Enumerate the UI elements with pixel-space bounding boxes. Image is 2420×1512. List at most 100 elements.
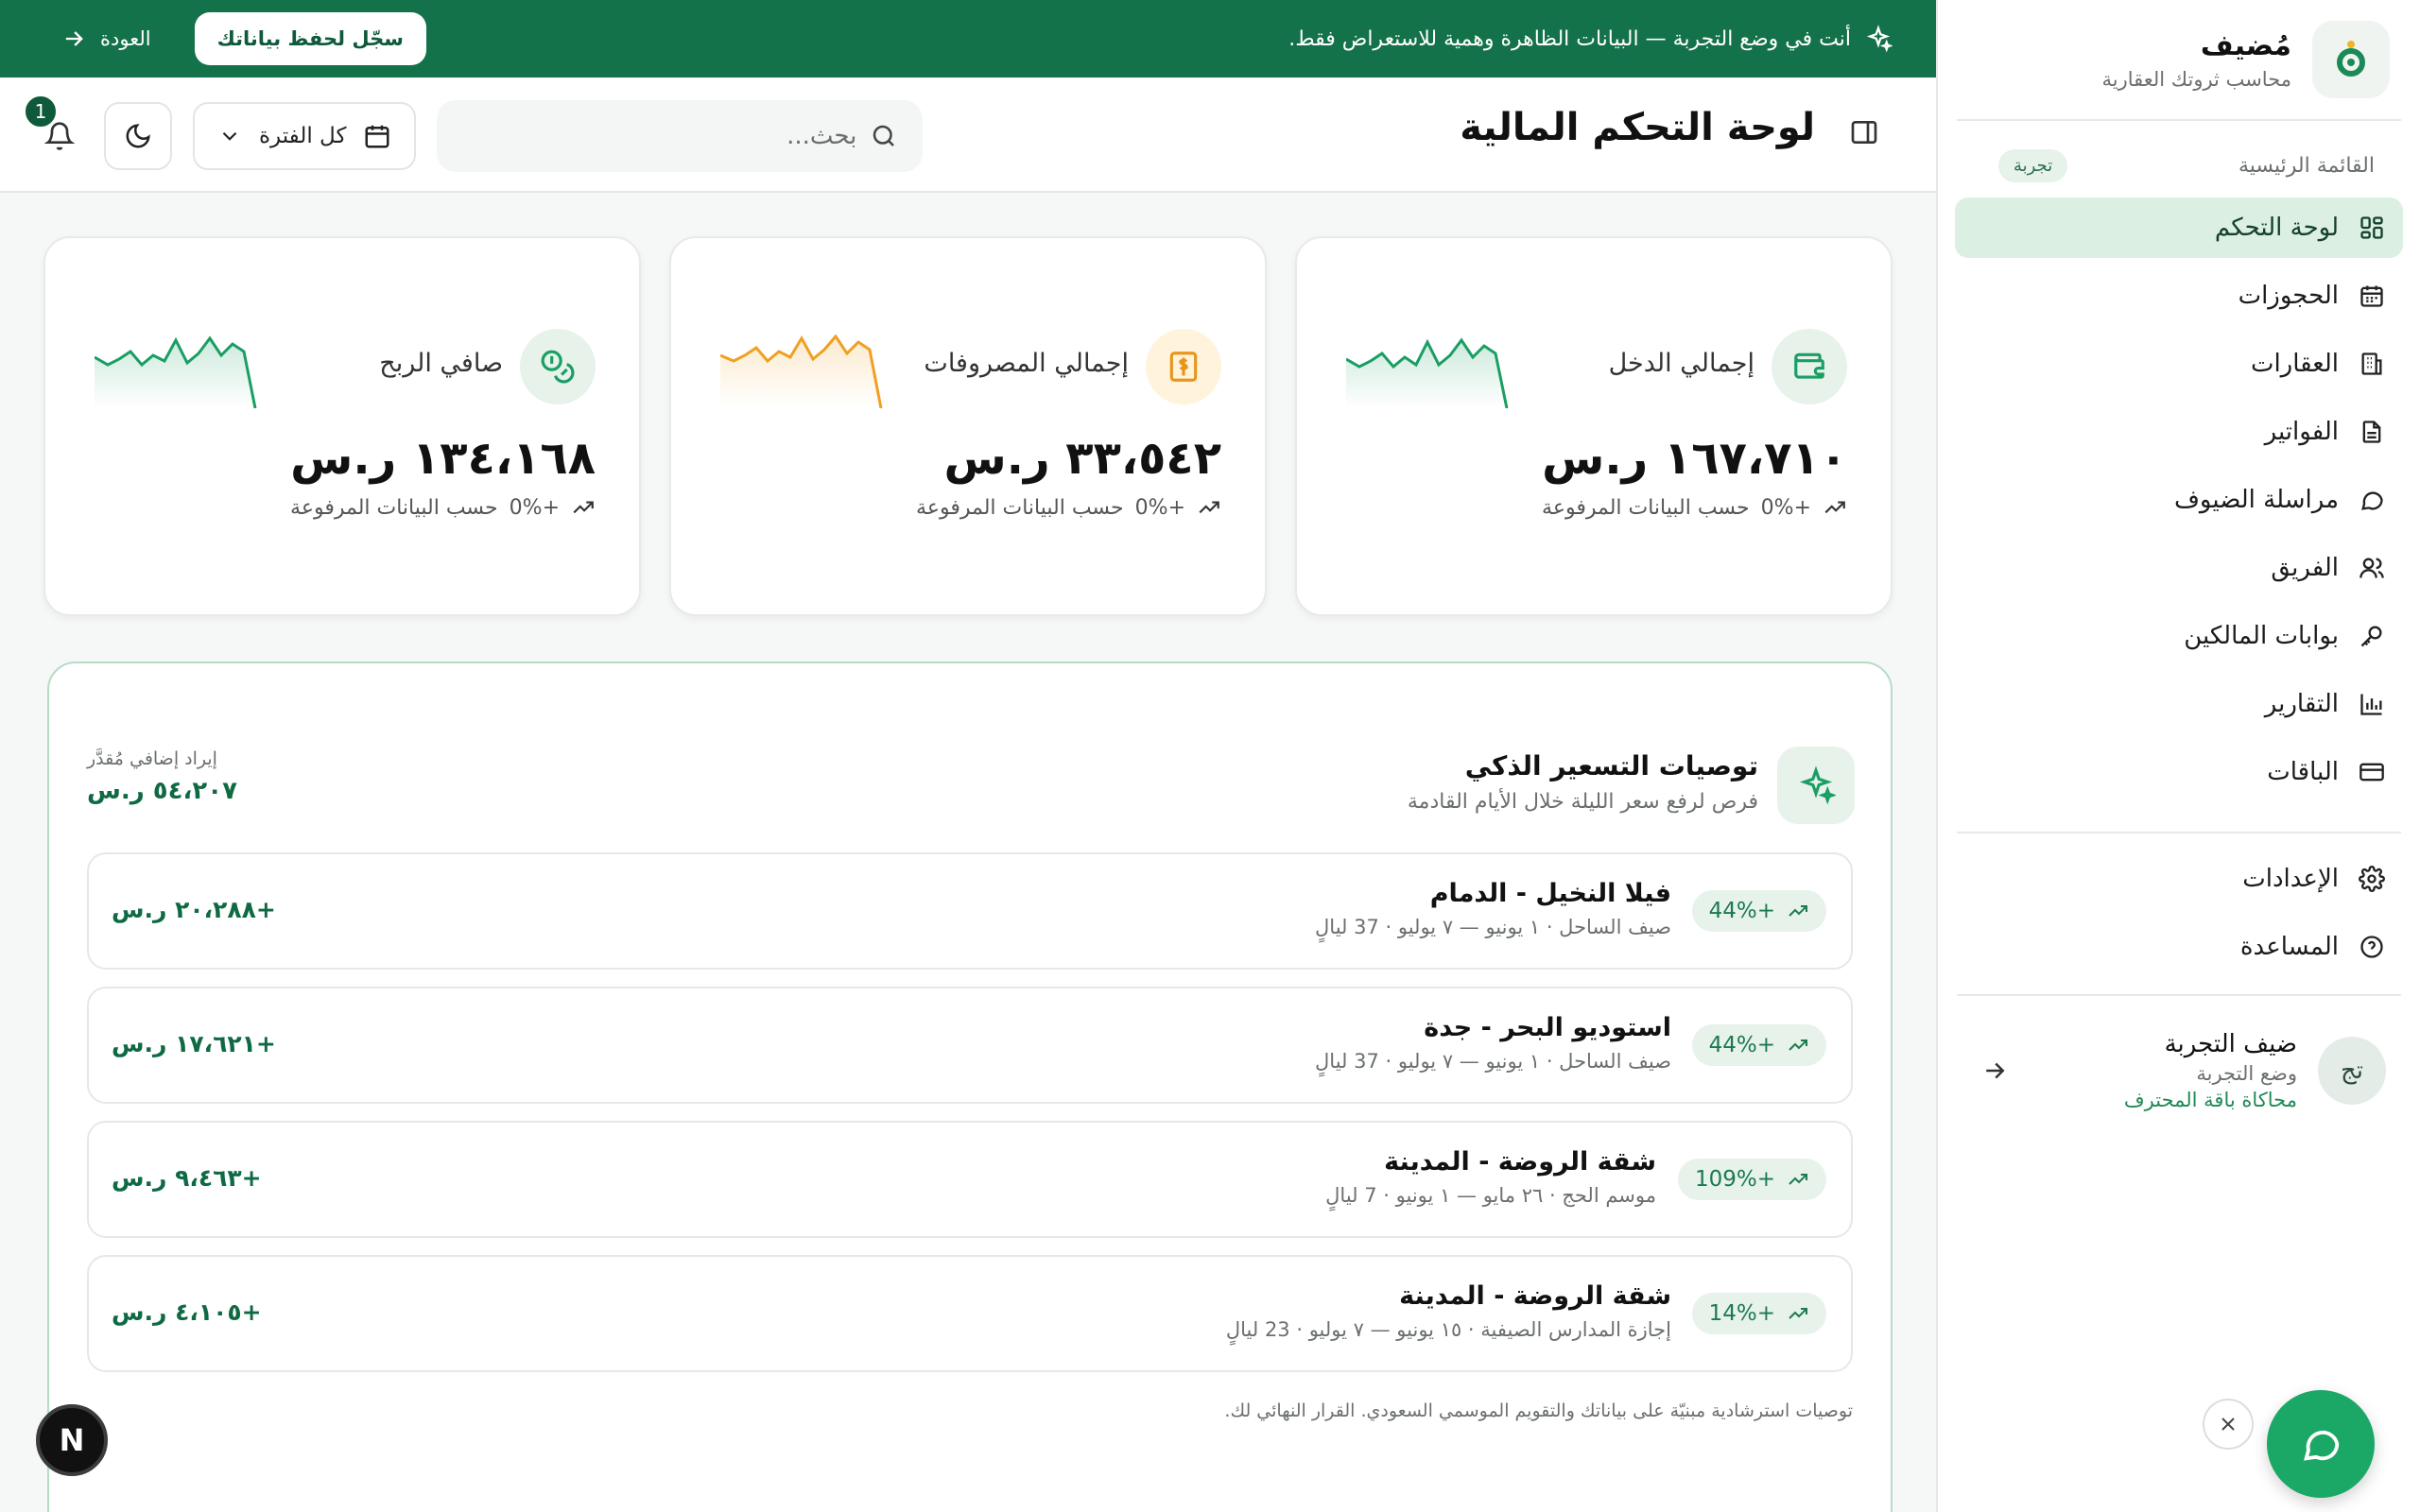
sidebar-item-plans[interactable]: الباقات bbox=[1955, 742, 2403, 802]
sidebar-item-label: الفواتير bbox=[2264, 418, 2339, 446]
expenses-sparkline bbox=[720, 329, 887, 408]
uplift-value: +44% bbox=[1708, 899, 1775, 923]
page-header: لوحة التحكم المالية 1 كل الفترة bbox=[0, 77, 1936, 193]
sidebar-item-label: الباقات bbox=[2267, 758, 2339, 786]
calendar-icon bbox=[363, 122, 391, 150]
chat-bubble-icon bbox=[2299, 1422, 2342, 1466]
trending-up-icon bbox=[571, 495, 596, 520]
rec-title: فيلا النخيل - الدمام bbox=[1429, 879, 1671, 908]
period-label: كل الفترة bbox=[259, 124, 347, 148]
coins-icon bbox=[520, 329, 596, 404]
rec-gain: +٢٠،٢٨٨ ر.س bbox=[112, 896, 276, 923]
estimated-revenue: إيراد إضافي مُقدَّر ٥٤،٢٠٧ ر.س bbox=[87, 748, 237, 805]
chevron-down-icon bbox=[217, 124, 242, 148]
signup-button[interactable]: سجّل لحفظ بياناتك bbox=[194, 12, 426, 65]
user-name: ضيف التجربة bbox=[2164, 1030, 2297, 1058]
stat-label: إجمالي المصروفات bbox=[924, 349, 1129, 378]
moon-icon bbox=[124, 122, 152, 150]
sidebar-item-bookings[interactable]: الحجوزات bbox=[1955, 266, 2403, 326]
help-circle-icon bbox=[2356, 931, 2388, 963]
sidebar-item-label: المساعدة bbox=[2239, 933, 2339, 961]
profit-sparkline bbox=[95, 329, 261, 408]
rec-detail: صيف الساحل · ١ يونيو — ٧ يوليو · 37 ليال… bbox=[1315, 916, 1671, 938]
rec-texts: استوديو البحر - جدة صيف الساحل · ١ يونيو… bbox=[1315, 1013, 1671, 1073]
dashboard-icon bbox=[2356, 212, 2388, 244]
expenses-card: إجمالي المصروفات ٣٣،٥٤٢ ر.س +0% حسب البي… bbox=[669, 236, 1267, 616]
sidebar-item-help[interactable]: المساعدة bbox=[1955, 917, 2403, 977]
chat-button[interactable] bbox=[2267, 1390, 2375, 1498]
stat-change: +0% حسب البيانات المرفوعة bbox=[916, 495, 1221, 520]
theme-toggle-button[interactable] bbox=[104, 102, 172, 170]
sidebar-item-owner-portals[interactable]: بوابات المالكين bbox=[1955, 606, 2403, 666]
rec-title: شقة الروضة - المدينة bbox=[1384, 1147, 1656, 1177]
stat-change-value: +0% bbox=[1134, 495, 1185, 520]
stat-note: حسب البيانات المرفوعة bbox=[290, 495, 498, 520]
sidebar-item-reports[interactable]: التقارير bbox=[1955, 674, 2403, 734]
trial-badge: تجربة bbox=[1998, 149, 2068, 182]
user-role: وضع التجربة bbox=[2196, 1062, 2297, 1085]
brand-name: مُضيف bbox=[2200, 28, 2291, 62]
stat-label: إجمالي الدخل bbox=[1608, 349, 1754, 378]
search-input[interactable] bbox=[461, 122, 857, 150]
rec-gain: +٤،١٠٥ ر.س bbox=[112, 1298, 262, 1326]
sidebar-toggle-icon[interactable] bbox=[1849, 117, 1879, 147]
stat-cards: إجمالي الدخل ١٦٧،٧١٠ ر.س +0% حسب البيانا… bbox=[43, 236, 1893, 616]
sidebar-divider bbox=[1957, 119, 2401, 121]
key-icon bbox=[2356, 620, 2388, 652]
bar-chart-icon bbox=[2356, 688, 2388, 720]
list-item[interactable]: +44% استوديو البحر - جدة صيف الساحل · ١ … bbox=[87, 987, 1853, 1104]
close-chat-button[interactable] bbox=[2203, 1399, 2254, 1450]
stat-change: +0% حسب البيانات المرفوعة bbox=[290, 495, 596, 520]
trending-up-icon bbox=[1787, 1168, 1809, 1191]
stat-value: ١٣٤،١٦٨ ر.س bbox=[290, 432, 596, 485]
rec-gain: +٩،٤٦٣ ر.س bbox=[112, 1164, 262, 1192]
sidebar-item-label: الإعدادات bbox=[2242, 865, 2339, 893]
period-select[interactable]: كل الفترة bbox=[193, 102, 417, 170]
stat-value: ١٦٧،٧١٠ ر.س bbox=[1542, 432, 1847, 485]
uplift-badge: +44% bbox=[1691, 1024, 1826, 1066]
sidebar-item-label: التقارير bbox=[2264, 690, 2339, 718]
back-link[interactable]: العودة bbox=[60, 26, 151, 52]
list-item[interactable]: +109% شقة الروضة - المدينة موسم الحج · ٢… bbox=[87, 1121, 1853, 1238]
rec-texts: شقة الروضة - المدينة موسم الحج · ٢٦ مايو… bbox=[1325, 1147, 1656, 1207]
notifications-button[interactable]: 1 bbox=[23, 94, 83, 160]
stat-note: حسب البيانات المرفوعة bbox=[1542, 495, 1750, 520]
sidebar-item-label: لوحة التحكم bbox=[2214, 214, 2339, 242]
panel-note: توصيات استرشادية مبنيّة على بياناتك والت… bbox=[1224, 1400, 1853, 1421]
sidebar-item-properties[interactable]: العقارات bbox=[1955, 334, 2403, 394]
back-label: العودة bbox=[100, 27, 151, 50]
arrow-left-icon bbox=[60, 26, 87, 52]
uplift-badge: +109% bbox=[1677, 1159, 1826, 1200]
dev-tools-badge[interactable]: N bbox=[36, 1404, 108, 1476]
list-item[interactable]: +44% فيلا النخيل - الدمام صيف الساحل · ١… bbox=[87, 852, 1853, 970]
user-plan: محاكاة باقة المحترف bbox=[2123, 1089, 2297, 1111]
trending-up-icon bbox=[1197, 495, 1221, 520]
document-icon bbox=[2356, 416, 2388, 448]
income-sparkline bbox=[1346, 329, 1512, 408]
uplift-value: +44% bbox=[1708, 1033, 1775, 1057]
panel-title: توصيات التسعير الذكي bbox=[1464, 750, 1758, 782]
list-item[interactable]: +14% شقة الروضة - المدينة إجازة المدارس … bbox=[87, 1255, 1853, 1372]
uplift-badge: +14% bbox=[1691, 1293, 1826, 1334]
notification-count-badge: 1 bbox=[23, 94, 59, 129]
brand[interactable]: مُضيف محاسب ثروتك العقارية bbox=[2101, 21, 2390, 98]
panel-subtitle: فرص لرفع سعر الليلة خلال الأيام القادمة bbox=[1407, 790, 1758, 814]
sidebar-item-guest-messaging[interactable]: مراسلة الضيوف bbox=[1955, 470, 2403, 530]
demo-banner: أنت في وضع التجربة — البيانات الظاهرة وه… bbox=[0, 0, 1936, 77]
avatar: تج bbox=[2318, 1037, 2386, 1105]
sidebar-item-team[interactable]: الفريق bbox=[1955, 538, 2403, 598]
sidebar-item-label: الفريق bbox=[2271, 554, 2339, 582]
stat-label: صافي الربح bbox=[379, 349, 503, 378]
sidebar-item-invoices[interactable]: الفواتير bbox=[1955, 402, 2403, 462]
chat-bubble-icon bbox=[2356, 484, 2388, 516]
sidebar-item-settings[interactable]: الإعدادات bbox=[1955, 849, 2403, 909]
arrow-right-icon[interactable] bbox=[1976, 1052, 2014, 1090]
rec-detail: صيف الساحل · ١ يونيو — ٧ يوليو · 37 ليال… bbox=[1315, 1050, 1671, 1073]
user-profile[interactable]: تج ضيف التجربة وضع التجربة محاكاة باقة ا… bbox=[1976, 1030, 2386, 1111]
banner-message: أنت في وضع التجربة — البيانات الظاهرة وه… bbox=[1288, 25, 1893, 53]
sidebar-item-dashboard[interactable]: لوحة التحكم bbox=[1955, 198, 2403, 258]
sidebar-menu: لوحة التحكم الحجوزات العقارات الفواتير م… bbox=[1955, 198, 2403, 810]
gear-icon bbox=[2356, 863, 2388, 895]
sidebar-divider bbox=[1957, 832, 2401, 833]
calendar-icon bbox=[2356, 280, 2388, 312]
